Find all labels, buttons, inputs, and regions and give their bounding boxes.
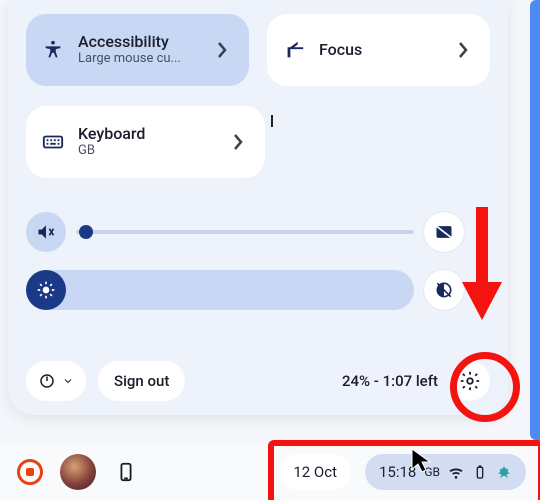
avatar[interactable] — [60, 454, 96, 490]
date-chip[interactable]: 12 Oct — [279, 454, 351, 490]
window-edge — [530, 0, 540, 440]
shelf: 12 Oct 15:18 GB — [0, 444, 540, 500]
signout-label: Sign out — [114, 372, 169, 390]
volume-slider[interactable] — [76, 230, 414, 234]
night-light-button[interactable] — [424, 270, 464, 310]
brightness-icon[interactable] — [26, 270, 66, 310]
brightness-row — [26, 270, 490, 310]
panel-footer: Sign out 24% - 1:07 left — [26, 361, 490, 401]
stray-caret — [271, 115, 273, 127]
quick-settings-panel: Accessibility Large mouse cu... Focus — [8, 0, 508, 415]
brightness-slider[interactable] — [26, 270, 414, 310]
chevron-right-icon[interactable] — [474, 225, 490, 239]
lang-indicator: GB — [424, 465, 440, 479]
tile-subtitle: GB — [78, 144, 145, 159]
date-text: 12 Oct — [293, 463, 337, 481]
chevron-right-icon[interactable] — [474, 283, 490, 297]
accessibility-icon — [42, 39, 64, 61]
tile-title: Accessibility — [78, 33, 181, 51]
status-tray[interactable]: 15:18 GB — [365, 454, 526, 490]
tile-accessibility[interactable]: Accessibility Large mouse cu... — [26, 14, 249, 86]
screen-record-icon[interactable] — [14, 456, 46, 488]
tile-keyboard[interactable]: Keyboard GB — [26, 106, 265, 178]
volume-row — [26, 212, 490, 252]
keyboard-icon — [42, 131, 64, 153]
tile-subtitle: Large mouse cu... — [78, 52, 181, 67]
tile-focus[interactable]: Focus — [267, 14, 490, 86]
chevron-right-icon[interactable] — [452, 41, 474, 59]
signout-button[interactable]: Sign out — [98, 361, 185, 401]
wifi-icon — [448, 464, 464, 480]
focus-icon — [283, 39, 305, 61]
time-text: 15:18 — [379, 463, 416, 481]
tile-title: Focus — [319, 41, 362, 59]
tile-row-2: Keyboard GB — [26, 106, 490, 178]
settings-button[interactable] — [450, 361, 490, 401]
phone-hub-icon[interactable] — [110, 456, 142, 488]
power-button[interactable] — [26, 361, 86, 401]
tile-row-1: Accessibility Large mouse cu... Focus — [26, 14, 490, 86]
bug-icon — [496, 464, 512, 480]
chevron-right-icon[interactable] — [227, 133, 249, 151]
battery-icon — [472, 464, 488, 480]
battery-status[interactable]: 24% - 1:07 left — [342, 372, 438, 390]
audio-settings-button[interactable] — [424, 212, 464, 252]
chevron-right-icon[interactable] — [211, 41, 233, 59]
tile-title: Keyboard — [78, 125, 145, 143]
volume-thumb[interactable] — [79, 225, 93, 239]
volume-mute-icon[interactable] — [26, 212, 66, 252]
